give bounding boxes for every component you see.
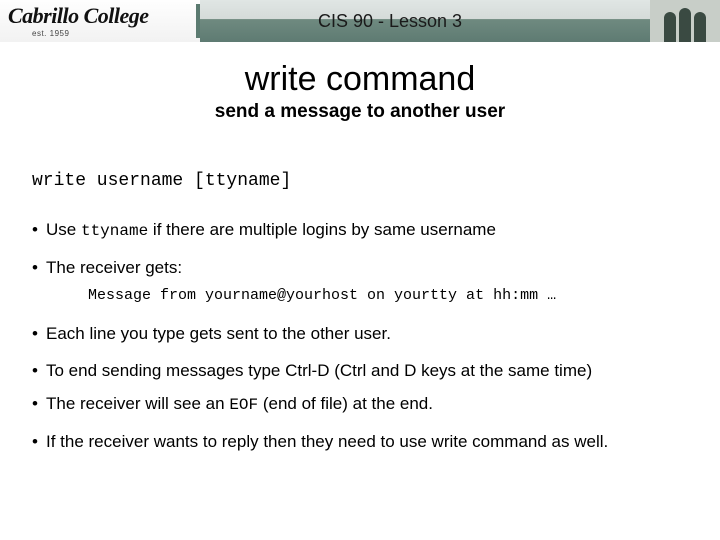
inline-code: EOF bbox=[229, 396, 258, 414]
list-item: Use ttyname if there are multiple logins… bbox=[32, 219, 688, 243]
figure-icon bbox=[679, 8, 691, 42]
banner: Cabrillo College est. 1959 CIS 90 - Less… bbox=[0, 0, 720, 42]
list-item: If the receiver wants to reply then they… bbox=[32, 431, 688, 454]
bullet-list: Each line you type gets sent to the othe… bbox=[32, 323, 688, 453]
logo-text: Cabrillo College bbox=[8, 5, 149, 27]
bullet-text: To end sending messages type Ctrl-D (Ctr… bbox=[46, 361, 592, 380]
bullet-text: if there are multiple logins by same use… bbox=[148, 220, 496, 239]
slide-content: write command send a message to another … bbox=[0, 42, 720, 453]
bullet-text: (end of file) at the end. bbox=[258, 394, 433, 413]
receiver-message-example: Message from yourname@yourhost on yourtt… bbox=[88, 286, 688, 306]
bullet-text: The receiver will see an bbox=[46, 394, 229, 413]
figure-icon bbox=[664, 12, 676, 42]
slide-heading: write command bbox=[32, 60, 688, 99]
list-item: The receiver gets: bbox=[32, 257, 688, 280]
lesson-title: CIS 90 - Lesson 3 bbox=[200, 11, 650, 32]
command-syntax: write username [ttyname] bbox=[32, 171, 688, 191]
banner-photo bbox=[650, 0, 720, 42]
bullet-list: Use ttyname if there are multiple logins… bbox=[32, 219, 688, 280]
bullet-text: Each line you type gets sent to the othe… bbox=[46, 324, 391, 343]
list-item: To end sending messages type Ctrl-D (Ctr… bbox=[32, 360, 688, 383]
slide: Cabrillo College est. 1959 CIS 90 - Less… bbox=[0, 0, 720, 540]
bullet-text: If the receiver wants to reply then they… bbox=[46, 432, 608, 451]
college-logo: Cabrillo College est. 1959 bbox=[0, 0, 200, 42]
logo-divider bbox=[196, 4, 200, 38]
figure-icon bbox=[694, 12, 706, 42]
bullet-text: Use bbox=[46, 220, 81, 239]
slide-subheading: send a message to another user bbox=[32, 101, 688, 123]
inline-code: ttyname bbox=[81, 222, 148, 240]
list-item: Each line you type gets sent to the othe… bbox=[32, 323, 688, 346]
list-item: The receiver will see an EOF (end of fil… bbox=[32, 393, 688, 417]
logo-established: est. 1959 bbox=[32, 29, 149, 38]
bullet-text: The receiver gets: bbox=[46, 258, 182, 277]
